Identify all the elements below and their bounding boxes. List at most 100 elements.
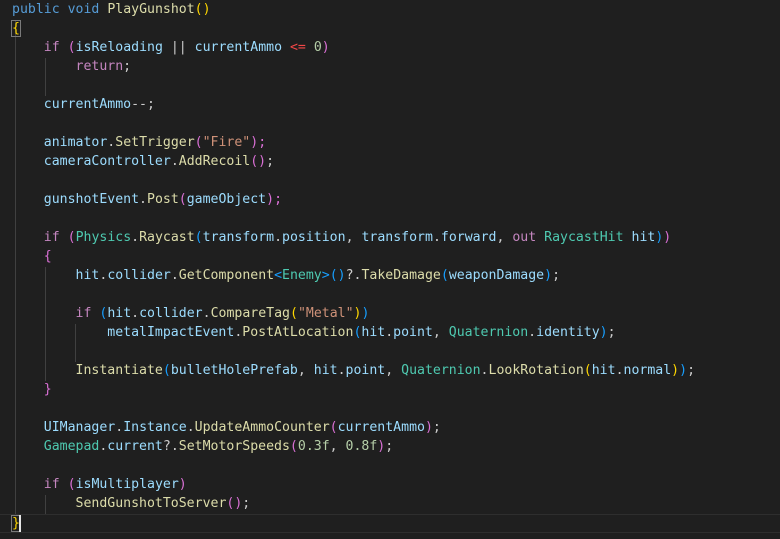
code-token: void <box>67 2 100 17</box>
code-token: () <box>250 154 267 169</box>
code-token: <= <box>289 40 306 55</box>
code-token: 0 <box>313 40 322 55</box>
code-token: collider <box>139 306 203 321</box>
code-token: transform <box>202 230 275 245</box>
code-token: ) <box>424 420 433 435</box>
code-token: identity <box>536 325 600 340</box>
code-token: ( <box>329 420 338 435</box>
code-token: ?. <box>345 268 362 283</box>
code-token: < <box>274 268 283 283</box>
code-token: TakeDamage <box>361 268 441 283</box>
code-line[interactable]: { <box>12 247 52 266</box>
code-line[interactable]: metalImpactEvent.PostAtLocation(hit.poin… <box>12 323 615 342</box>
text-cursor <box>19 515 21 532</box>
code-line[interactable]: hit.collider.GetComponent<Enemy>()?.Take… <box>12 266 560 285</box>
code-token: . <box>337 363 346 378</box>
code-token: forward <box>440 230 497 245</box>
code-line[interactable]: animator.SetTrigger("Fire"); <box>12 133 266 152</box>
code-token: . <box>274 230 283 245</box>
code-token: --; <box>131 97 155 112</box>
code-token: Enemy <box>282 268 322 283</box>
code-token: ( <box>583 363 592 378</box>
code-line[interactable]: public void PlayGunshot() <box>12 0 211 19</box>
code-line[interactable]: currentAmmo--; <box>12 95 155 114</box>
code-token: ; <box>266 154 275 169</box>
code-token: ( <box>289 439 298 454</box>
code-token: currentAmmo <box>194 40 283 55</box>
code-line[interactable]: if (Physics.Raycast(transform.position, … <box>12 228 671 247</box>
code-token: ) <box>178 477 187 492</box>
code-token: Post <box>147 192 179 207</box>
code-token: weaponDamage <box>448 268 545 283</box>
code-token: () <box>329 268 346 283</box>
code-token: transform <box>361 230 433 245</box>
code-line[interactable]: Instantiate(bulletHolePrefab, hit.point,… <box>12 361 695 380</box>
code-token: . <box>528 325 537 340</box>
code-token: Quaternion <box>401 363 481 378</box>
code-line[interactable]: if (isMultiplayer) <box>12 475 187 494</box>
code-token: , <box>385 363 402 378</box>
code-line[interactable]: gunshotEvent.Post(gameObject); <box>12 190 282 209</box>
code-token: ( <box>67 477 76 492</box>
code-token: , <box>432 325 449 340</box>
code-token: ; <box>687 363 696 378</box>
code-token: ) <box>679 363 688 378</box>
code-token: 0.8f <box>345 439 378 454</box>
code-token: PlayGunshot <box>107 2 195 17</box>
code-token: ( <box>162 363 171 378</box>
code-token: cameraController <box>43 154 171 169</box>
code-token: UIManager <box>43 420 116 435</box>
code-token: UpdateAmmoCounter <box>194 420 330 435</box>
code-token: { <box>43 249 52 264</box>
code-token: . <box>385 325 394 340</box>
code-token: currentAmmo <box>337 420 425 435</box>
code-token: if <box>75 306 92 321</box>
code-editor[interactable]: public void PlayGunshot() { if (isReload… <box>0 0 780 539</box>
code-token: } <box>43 382 52 397</box>
code-token: animator <box>43 135 108 150</box>
code-token: position <box>282 230 346 245</box>
code-token: if <box>43 40 60 55</box>
code-line[interactable]: if (isReloading || currentAmmo <= 0) <box>12 38 330 57</box>
code-line[interactable]: { <box>11 19 21 38</box>
code-token: point <box>393 325 433 340</box>
code-line[interactable]: UIManager.Instance.UpdateAmmoCounter(cur… <box>12 418 441 437</box>
code-token: ( <box>67 230 76 245</box>
code-token: current <box>107 439 163 454</box>
code-token: SetTrigger <box>115 135 195 150</box>
code-token: ) <box>671 363 680 378</box>
code-token: "Metal" <box>297 306 354 321</box>
code-token: return <box>75 59 124 74</box>
code-token: ; <box>123 59 132 74</box>
code-line[interactable]: SendGunshotToServer(); <box>12 494 251 513</box>
code-token: Instance <box>123 420 187 435</box>
code-token: { <box>11 20 21 37</box>
code-token: ) <box>361 306 370 321</box>
code-token: ( <box>440 268 449 283</box>
code-token: PostAtLocation <box>242 325 354 340</box>
code-token: normal <box>623 363 672 378</box>
code-token: LookRotation <box>488 363 584 378</box>
code-token: SetMotorSpeeds <box>178 439 290 454</box>
code-line[interactable]: cameraController.AddRecoil(); <box>12 152 274 171</box>
code-token: ) <box>599 325 608 340</box>
code-line[interactable]: } <box>12 380 52 399</box>
code-line[interactable]: if (hit.collider.CompareTag("Metal")) <box>12 304 370 323</box>
code-line[interactable]: Gamepad.current?.SetMotorSpeeds(0.3f, 0.… <box>12 437 393 456</box>
code-token: RaycastHit <box>544 230 624 245</box>
code-token: hit <box>313 363 338 378</box>
code-token: ( <box>194 135 203 150</box>
code-line[interactable]: return; <box>12 57 132 76</box>
code-token: . <box>131 230 140 245</box>
code-token: . <box>131 306 140 321</box>
